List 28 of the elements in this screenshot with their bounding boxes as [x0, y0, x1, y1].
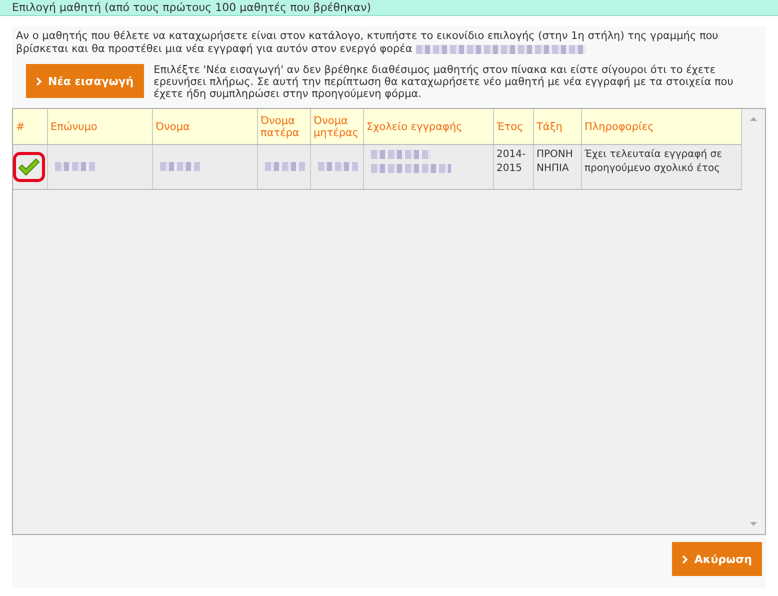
scroll-up-icon[interactable] [750, 117, 757, 121]
column-header: Πληροφορίες [581, 109, 741, 144]
column-header: Σχολείο εγγραφής [363, 109, 493, 144]
column-header: # [13, 109, 47, 144]
column-header: Έτος [493, 109, 533, 144]
blurred-text [54, 162, 94, 171]
window-title: Επιλογή μαθητή (από τους πρώτους 100 μαθητές που βρέθηκαν) [0, 0, 778, 16]
table-cell: ΠΡΟΝΗ ΝΗΠΙΑ [533, 144, 581, 190]
checkmark-icon [18, 158, 40, 176]
column-header: Επώνυμο [47, 109, 152, 144]
table-cell: 2014-2015 [493, 144, 533, 190]
chevron-icon [36, 76, 42, 86]
new-entry-note: Επιλέξτε 'Νέα εισαγωγή' αν δεν βρέθηκε διαθέσιμος μαθητής στον πίνακα και είστε σίγουροι ότι το έχετε ερευνήσει πλήρως. Σε αυτή την περίπτωση θα καταχωρήσετε νέο μαθητή με νέα εγγραφή με τα στοιχεία που έχετε ήδη συμπληρώσει στην προηγούμενη φόρμα. [154, 64, 734, 100]
instructions-text: Αν ο μαθητής που θέλετε να καταχωρήσετε είναι στον κατάλογο, κτυπήστε το εικονίδιο επιλογής (στην 1η στήλη) της γραμμής που βρίσκεται και θα προστέθει μια νέα εγγραφή για αυτόν στον ενεργό φορέα [15, 29, 720, 56]
blurred-text [370, 150, 430, 159]
scroll-down-icon[interactable] [750, 522, 757, 526]
column-header: Τάξη [533, 109, 581, 144]
new-entry-button[interactable]: Νέα εισαγωγή [26, 64, 144, 98]
blurred-text [160, 162, 200, 171]
blurred-text [264, 162, 304, 171]
column-header: Όνομα [152, 109, 257, 144]
column-header: Όνομα πατέρα [257, 109, 310, 144]
select-button[interactable] [13, 152, 45, 182]
chevron-icon [682, 554, 688, 564]
column-header: Όνομα μητέρας [310, 109, 363, 144]
blurred-text [318, 162, 358, 171]
cancel-button[interactable]: Ακύρωση [672, 542, 762, 576]
table-cell: Έχει τελευταία εγγραφή σε προηγούμενο σχολικό έτος [581, 144, 741, 190]
